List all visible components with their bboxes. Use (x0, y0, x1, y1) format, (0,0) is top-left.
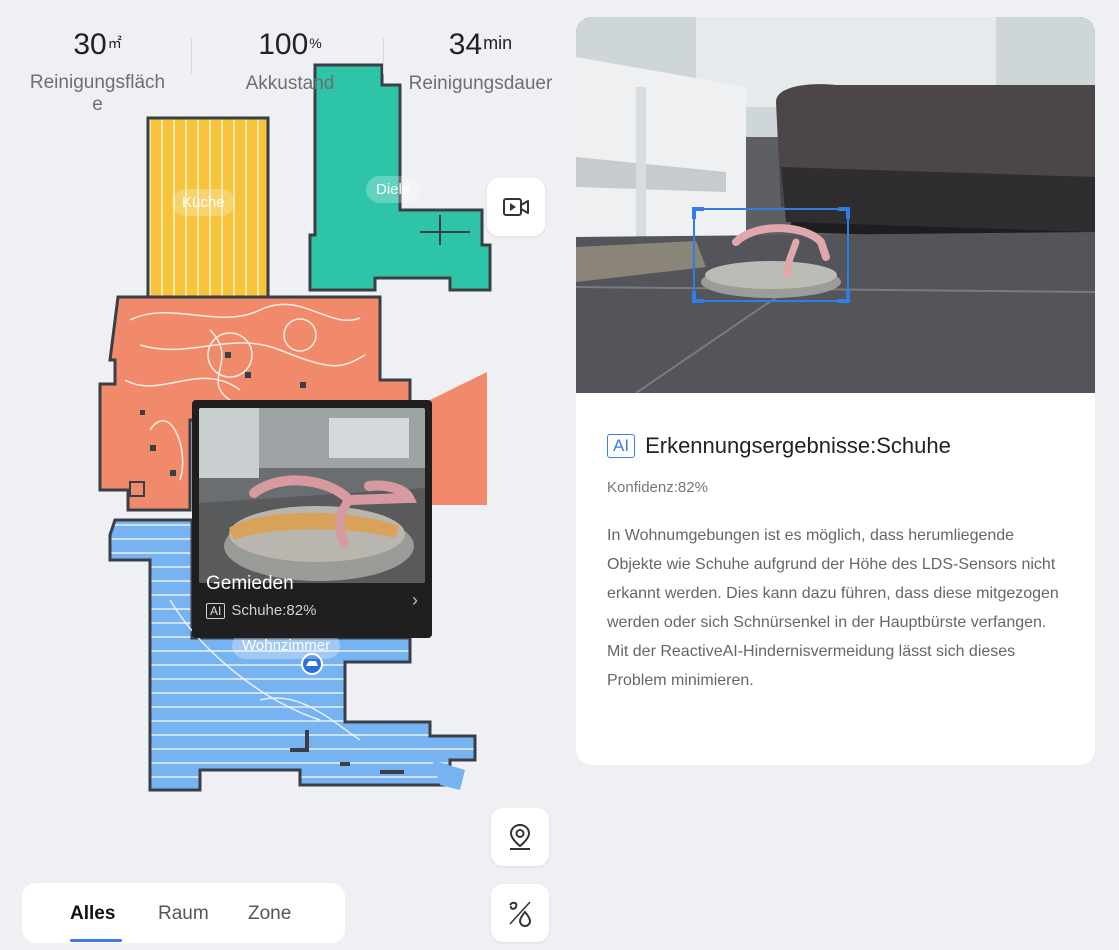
obstacle-thumbnail (199, 408, 425, 583)
stat-duration-unit: min (483, 33, 513, 53)
location-pin-icon (509, 823, 531, 850)
popup-title: Gemieden (206, 573, 294, 594)
divider (191, 38, 192, 74)
ai-badge: AI (206, 602, 226, 619)
active-tab-indicator (70, 939, 122, 942)
result-title-text: Erkennungsergebnisse:Schuhe (645, 433, 951, 458)
divider (383, 38, 384, 74)
tab-raum[interactable]: Raum (158, 903, 209, 925)
filter-tabs: Alles Raum Zone (22, 883, 345, 943)
sweep-mop-icon (509, 901, 532, 927)
stat-duration: 34min Reinigungsdauer (398, 28, 563, 96)
tab-alles[interactable]: Alles (70, 903, 115, 925)
stat-battery-label: Akkustand (245, 73, 335, 94)
stat-area: 30㎡ Reinigungsfläch e (20, 28, 175, 116)
stat-battery-unit: % (309, 35, 322, 51)
stat-area-label: Reinigungsfläch e (29, 72, 166, 115)
stat-battery: 100% Akkustand (225, 28, 355, 96)
popup-subtitle: AI Schuhe:82% (206, 602, 316, 619)
room-label-hall[interactable]: Diele (366, 176, 421, 203)
popup-detection: Schuhe:82% (231, 602, 317, 619)
mode-button[interactable] (491, 884, 549, 942)
room-label-kitchen[interactable]: Küche (172, 189, 235, 216)
camera-image[interactable] (576, 17, 1095, 393)
stat-duration-label: Reinigungsdauer (408, 73, 553, 94)
tab-zone[interactable]: Zone (248, 903, 291, 925)
stat-battery-value: 100 (258, 28, 309, 61)
confidence-text: Konfidenz:82% (607, 479, 708, 496)
location-button[interactable] (491, 808, 549, 866)
stat-duration-value: 34 (448, 28, 483, 61)
chevron-right-icon[interactable]: › (412, 590, 418, 611)
stat-area-unit: ㎡ (107, 35, 122, 51)
result-title: AI Erkennungsergebnisse:Schuhe (607, 433, 951, 459)
obstacle-popup[interactable]: Gemieden AI Schuhe:82% › (192, 400, 432, 638)
description-text: In Wohnumgebungen ist es möglich, dass h… (607, 527, 1059, 689)
video-camera-icon (503, 198, 529, 216)
ai-badge: AI (607, 434, 636, 458)
video-button[interactable] (487, 178, 545, 236)
stat-area-value: 30 (73, 28, 107, 61)
detection-card: AI Erkennungsergebnisse:Schuhe Konfidenz… (576, 17, 1095, 765)
